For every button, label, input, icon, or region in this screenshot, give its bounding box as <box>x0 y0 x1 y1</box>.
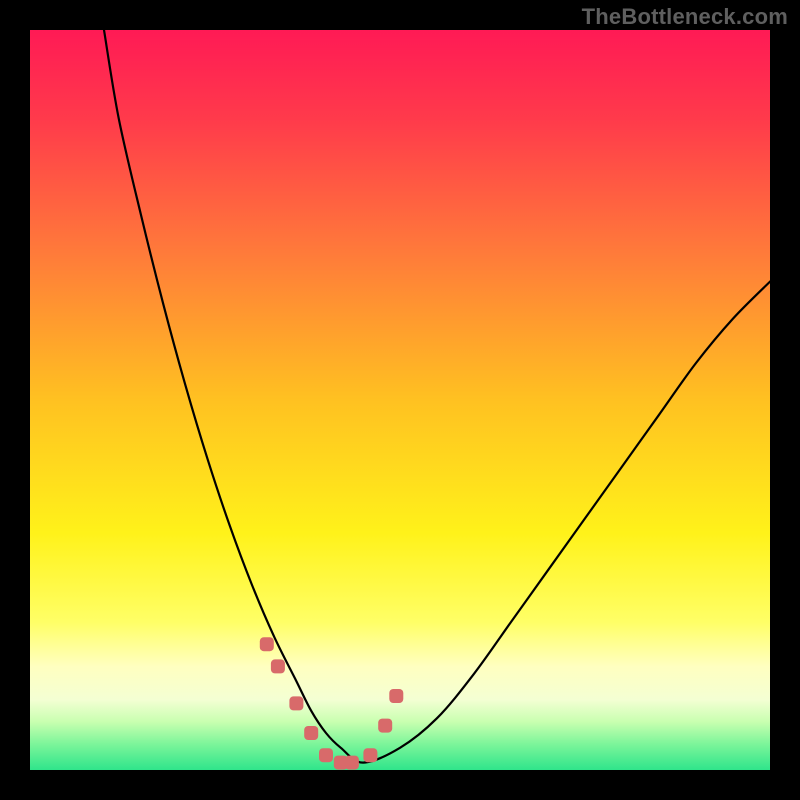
marker-point <box>363 748 377 762</box>
bottleneck-curve <box>104 30 770 763</box>
marker-point <box>389 689 403 703</box>
marker-point <box>378 719 392 733</box>
marker-point <box>289 696 303 710</box>
marker-group <box>260 637 404 769</box>
plot-area <box>30 30 770 770</box>
chart-svg <box>30 30 770 770</box>
marker-point <box>271 659 285 673</box>
marker-point <box>304 726 318 740</box>
marker-point <box>319 748 333 762</box>
outer-frame: TheBottleneck.com <box>0 0 800 800</box>
marker-point <box>345 756 359 770</box>
marker-point <box>260 637 274 651</box>
watermark-text: TheBottleneck.com <box>582 4 788 30</box>
